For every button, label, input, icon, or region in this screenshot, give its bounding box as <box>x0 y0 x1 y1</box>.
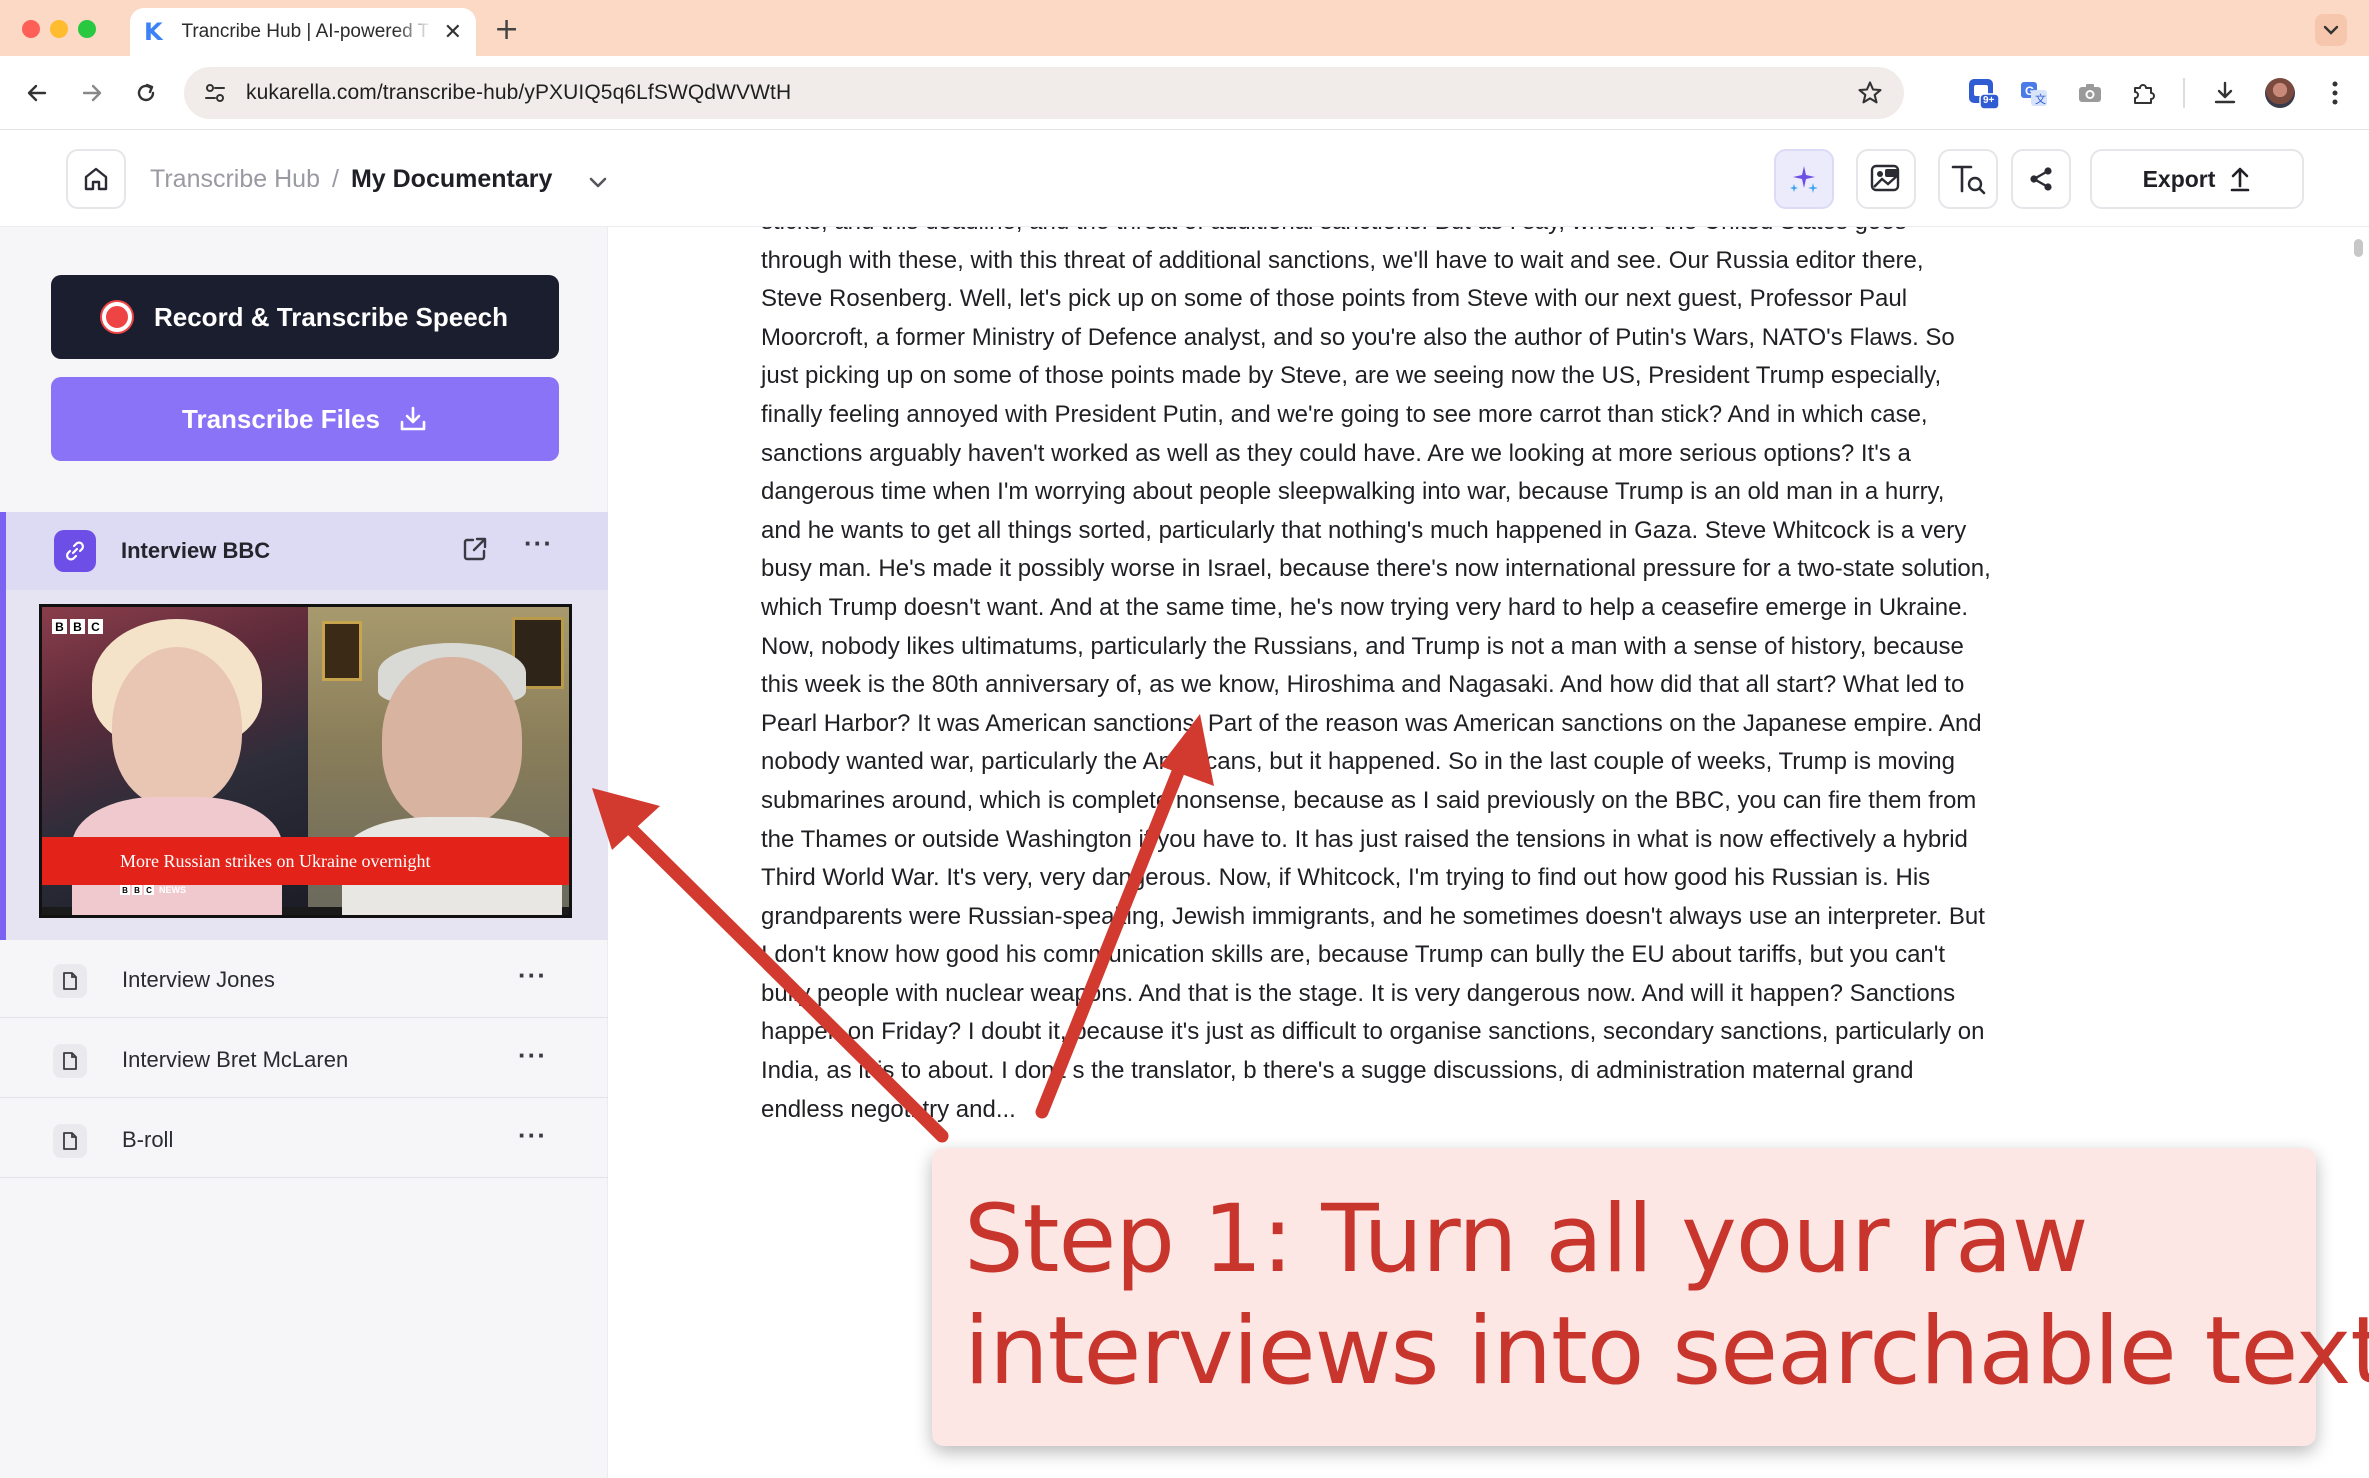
document-icon <box>53 1124 87 1158</box>
tutorial-callout: Step 1: Turn all your raw interviews int… <box>932 1148 2369 1446</box>
breadcrumb-root-link[interactable]: Transcribe Hub <box>150 165 320 194</box>
scrollbar-thumb[interactable] <box>2354 239 2363 257</box>
file-name: B-roll <box>122 1127 174 1152</box>
file-name: Interview Bret McLaren <box>122 1047 349 1072</box>
record-label: Record & Transcribe Speech <box>153 301 509 332</box>
extension-badge-icon[interactable]: 9+ <box>1966 76 2000 110</box>
new-tab-icon[interactable]: + <box>494 12 519 47</box>
document-icon <box>53 964 87 998</box>
home-button[interactable] <box>66 149 126 209</box>
file-name: Interview Jones <box>122 967 275 992</box>
file-item[interactable]: Interview Bret McLaren ··· <box>0 1020 608 1098</box>
camera-extension-icon[interactable] <box>2073 76 2107 110</box>
window-close-button[interactable] <box>22 20 40 38</box>
file-item[interactable]: Interview Jones ··· <box>0 940 608 1018</box>
browser-tab-bar: K Trancribe Hub | AI-powered T ✕ + <box>0 0 2369 56</box>
image-translate-button[interactable] <box>1856 149 1916 209</box>
document-icon <box>53 1044 87 1078</box>
puzzle-extensions-icon[interactable] <box>2127 76 2161 110</box>
download-tray-icon <box>400 406 426 431</box>
tab-close-icon[interactable]: ✕ <box>444 20 462 45</box>
more-options-icon[interactable]: ··· <box>518 1120 547 1151</box>
callout-line-1: Step 1: Turn all your raw <box>964 1185 2089 1294</box>
ai-sparkle-button[interactable] <box>1774 149 1834 209</box>
bbc-logo: B B C <box>52 619 103 634</box>
transcript-text[interactable]: sticks, and this deadline, and the threa… <box>761 227 1991 1129</box>
open-external-icon[interactable] <box>460 534 490 569</box>
news-ticker: More Russian strikes on Ukraine overnigh… <box>42 837 569 885</box>
address-omnibox[interactable]: kukarella.com/transcribe-hub/yPXUIQ5q6Lf… <box>184 67 1904 119</box>
file-name: Interview BBC <box>121 538 271 563</box>
project-title[interactable]: My Documentary <box>351 165 552 194</box>
transcribe-files-label: Transcribe Files <box>182 403 380 434</box>
tab-title: Trancribe Hub | AI-powered T <box>181 21 430 42</box>
upload-arrow-icon <box>2231 167 2250 192</box>
back-arrow-icon[interactable] <box>20 76 54 110</box>
bbc-news-logo: B B C NEWS <box>120 885 186 895</box>
kukarella-favicon-icon: K <box>144 18 163 46</box>
app-header: Transcribe Hub / My Documentary Export <box>0 131 2369 227</box>
profile-avatar[interactable] <box>2263 76 2297 110</box>
more-options-icon[interactable]: ··· <box>518 1040 547 1071</box>
record-dot-icon <box>101 302 132 332</box>
download-icon[interactable] <box>2208 76 2242 110</box>
share-button[interactable] <box>2011 149 2071 209</box>
site-settings-icon[interactable] <box>202 80 228 106</box>
export-button[interactable]: Export <box>2090 149 2304 209</box>
image-caption-icon <box>1870 164 1900 192</box>
translate-extension-icon[interactable]: G文 <box>2017 76 2051 110</box>
extension-badge-count: 9+ <box>1983 95 1995 106</box>
video-thumbnail[interactable]: B B C More Russian strikes on Ukraine ov… <box>39 604 572 918</box>
breadcrumb: Transcribe Hub / My Documentary <box>150 163 608 196</box>
reload-icon[interactable] <box>129 76 163 110</box>
file-item-header[interactable]: Interview BBC ··· <box>6 512 608 590</box>
file-item[interactable]: B-roll ··· <box>0 1100 608 1178</box>
text-search-icon <box>1951 165 1986 195</box>
sidebar: Record & Transcribe Speech Transcribe Fi… <box>0 227 608 1478</box>
more-options-icon[interactable]: ··· <box>518 960 547 991</box>
svg-text:文: 文 <box>2035 92 2046 106</box>
window-zoom-button[interactable] <box>78 20 96 38</box>
share-icon <box>2030 167 2052 191</box>
text-search-button[interactable] <box>1938 149 1998 209</box>
file-item-active[interactable]: Interview BBC ··· B B C More Russian str… <box>0 512 608 940</box>
breadcrumb-separator: / <box>331 165 339 193</box>
more-options-icon[interactable]: ··· <box>524 528 553 559</box>
browser-toolbar: kukarella.com/transcribe-hub/yPXUIQ5q6Lf… <box>0 56 2369 130</box>
window-minimize-button[interactable] <box>50 20 68 38</box>
transcribe-files-button[interactable]: Transcribe Files <box>51 377 559 461</box>
browser-menu-icon[interactable] <box>2318 76 2352 110</box>
home-icon <box>84 167 108 191</box>
ai-sparkle-icon <box>1790 166 1818 193</box>
browser-tab[interactable]: K Trancribe Hub | AI-powered T ✕ <box>130 8 476 56</box>
record-transcribe-button[interactable]: Record & Transcribe Speech <box>51 275 559 359</box>
link-icon <box>54 530 96 572</box>
url-text[interactable]: kukarella.com/transcribe-hub/yPXUIQ5q6Lf… <box>246 81 791 105</box>
toolbar-divider <box>2183 78 2185 108</box>
bookmark-star-icon[interactable] <box>1856 79 1884 112</box>
callout-line-2: interviews into searchable text <box>964 1297 2369 1406</box>
forward-arrow-icon[interactable] <box>75 76 109 110</box>
tab-search-chevron-icon[interactable] <box>2315 14 2347 46</box>
export-label: Export <box>2142 165 2216 192</box>
project-dropdown-chevron-icon[interactable] <box>588 167 608 196</box>
